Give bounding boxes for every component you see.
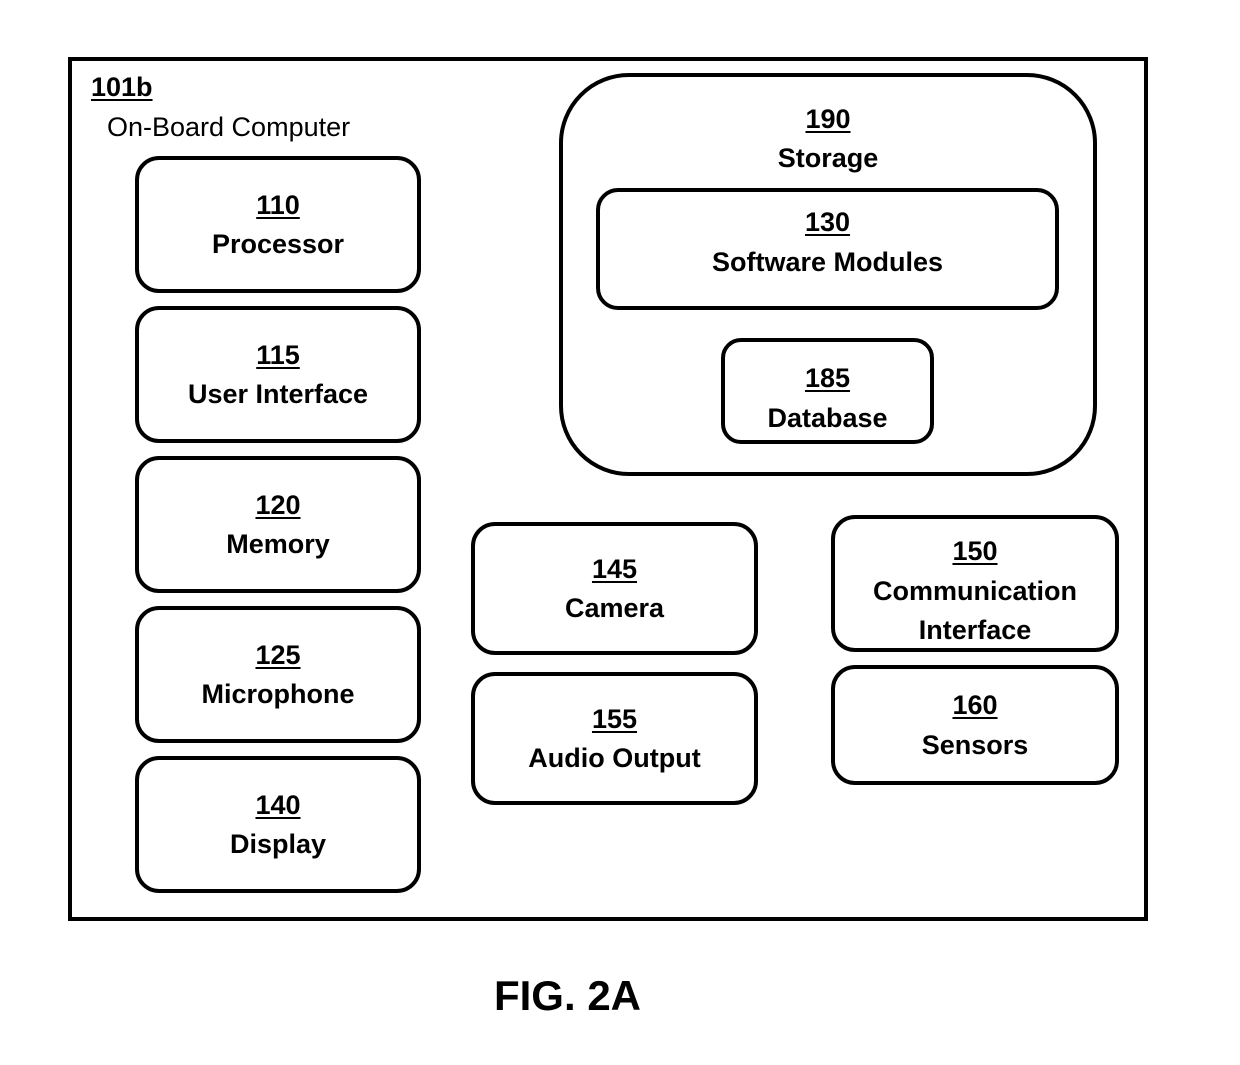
audio-output-number: 155 (591, 703, 638, 734)
figure-caption: FIG. 2A (493, 972, 642, 1019)
camera-box: 145 Camera (471, 522, 758, 655)
communication-interface-box: 150 Communication Interface (831, 515, 1119, 652)
software-modules-box: 130 Software Modules (596, 188, 1059, 310)
audio-output-label: Audio Output (528, 743, 701, 774)
camera-label: Camera (564, 593, 665, 624)
display-box: 140 Display (135, 756, 421, 893)
audio-output-box: 155 Audio Output (471, 672, 758, 805)
processor-box: 110 Processor (135, 156, 421, 293)
software-modules-label: Software Modules (711, 246, 944, 277)
memory-box: 120 Memory (135, 456, 421, 593)
database-box: 185 Database (721, 338, 934, 444)
database-number: 185 (804, 363, 851, 394)
software-modules-number: 130 (804, 207, 851, 237)
user-interface-label: User Interface (187, 379, 369, 410)
user-interface-number: 115 (256, 339, 300, 370)
display-number: 140 (255, 789, 301, 820)
memory-label: Memory (226, 529, 330, 560)
storage-label: Storage (777, 143, 879, 173)
sensors-box: 160 Sensors (831, 665, 1119, 785)
microphone-number: 125 (255, 639, 301, 670)
on-board-computer-number: 101b (91, 72, 153, 102)
storage-number: 190 (805, 104, 851, 134)
processor-label: Processor (211, 229, 345, 260)
communication-interface-label: Communication Interface (872, 575, 1077, 645)
processor-number: 110 (256, 189, 300, 220)
user-interface-box: 115 User Interface (135, 306, 421, 443)
camera-number: 145 (591, 553, 638, 584)
sensors-label: Sensors (921, 729, 1029, 760)
sensors-number: 160 (952, 690, 998, 721)
memory-number: 120 (255, 489, 301, 520)
microphone-label: Microphone (201, 679, 355, 710)
display-label: Display (229, 829, 327, 860)
on-board-computer-label: On-Board Computer (107, 112, 351, 142)
communication-interface-number: 150 (952, 536, 998, 566)
microphone-box: 125 Microphone (135, 606, 421, 743)
database-label: Database (767, 402, 888, 433)
